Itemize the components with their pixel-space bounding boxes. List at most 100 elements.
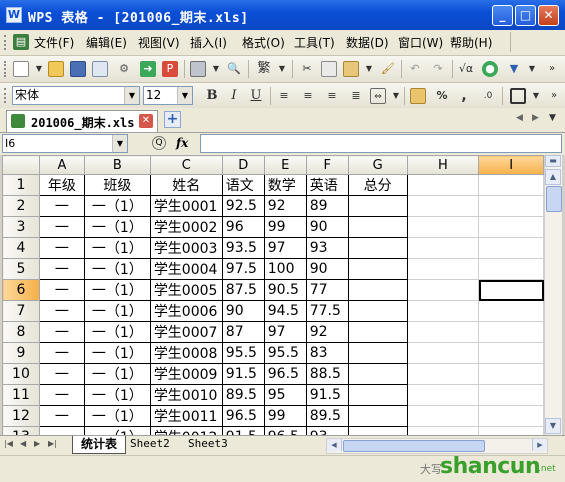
row-header[interactable]: 10 (2, 363, 40, 385)
save-icon[interactable] (70, 61, 86, 77)
cell[interactable] (478, 321, 544, 343)
menu-view[interactable]: 视图(V) (138, 34, 180, 51)
table-cell[interactable]: 83 (305, 342, 349, 364)
filter-dropdown-icon[interactable]: ▼ (524, 61, 540, 77)
increase-decimal-icon[interactable]: .0 (480, 88, 496, 104)
column-header-b[interactable]: B (83, 155, 151, 175)
simplified-traditional-icon[interactable]: 繁 (256, 61, 272, 77)
table-cell[interactable]: 89.5 (305, 405, 349, 427)
menu-window[interactable]: 窗口(W) (398, 34, 443, 51)
table-cell[interactable]: 学生0010 (149, 384, 223, 406)
cell[interactable] (406, 321, 480, 343)
prev-sheet-icon[interactable]: ◀ (20, 439, 26, 448)
table-cell[interactable]: 一 (38, 342, 85, 364)
table-cell[interactable]: 99 (263, 216, 307, 238)
column-header-c[interactable]: C (149, 155, 223, 175)
maximize-button[interactable]: □ (515, 5, 536, 26)
cell[interactable] (478, 405, 544, 427)
bold-button[interactable]: B (204, 88, 220, 104)
font-name-select[interactable]: 宋体 ▼ (12, 86, 140, 105)
table-cell[interactable]: 一（1） (83, 426, 151, 435)
table-cell[interactable]: 一（1） (83, 237, 151, 259)
table-cell[interactable]: 97 (263, 237, 307, 259)
table-cell[interactable]: 90 (305, 258, 349, 280)
table-cell[interactable]: 92 (305, 321, 349, 343)
table-cell[interactable]: 一 (38, 405, 85, 427)
table-cell[interactable]: 96.5 (221, 405, 265, 427)
row-header[interactable]: 12 (2, 405, 40, 427)
table-cell[interactable]: 95.5 (263, 342, 307, 364)
table-cell[interactable]: 学生0004 (149, 258, 223, 280)
export-icon[interactable]: ➜ (140, 61, 156, 77)
table-cell[interactable]: 一 (38, 279, 85, 301)
menu-insert[interactable]: 插入(I) (190, 34, 227, 51)
sheet-tab[interactable]: Sheet2 (130, 437, 170, 450)
font-size-dropdown-icon[interactable]: ▼ (177, 87, 192, 104)
cell[interactable] (406, 384, 480, 406)
table-cell[interactable]: 一（1） (83, 384, 151, 406)
table-cell[interactable]: 91.5 (221, 363, 265, 385)
insert-function-fx-icon[interactable]: fx (176, 136, 188, 150)
minimize-button[interactable]: _ (492, 5, 513, 26)
table-cell[interactable]: 88.5 (305, 363, 349, 385)
cell[interactable] (478, 237, 544, 259)
cell[interactable] (406, 426, 480, 435)
column-header-h[interactable]: H (406, 155, 480, 175)
table-cell[interactable]: 一 (38, 363, 85, 385)
table-cell[interactable]: 一 (38, 258, 85, 280)
header-cell-total[interactable]: 总分 (347, 174, 408, 196)
table-cell[interactable]: 学生0012 (149, 426, 223, 435)
active-cell[interactable] (478, 279, 544, 301)
horizontal-scrollbar[interactable]: ◀ ▶ (326, 438, 548, 454)
table-cell[interactable]: 一（1） (83, 405, 151, 427)
zoom-lens-icon[interactable]: Q (152, 136, 166, 150)
align-center-icon[interactable]: ≡ (300, 88, 316, 104)
row-header[interactable]: 3 (2, 216, 40, 238)
format-painter-icon[interactable]: 🖌 (380, 61, 396, 77)
menubar-grip[interactable] (4, 35, 10, 50)
scroll-thumb[interactable] (546, 186, 562, 212)
table-cell[interactable]: 77.5 (305, 300, 349, 322)
align-left-icon[interactable]: ≡ (276, 88, 292, 104)
redo-icon[interactable]: ↷ (430, 61, 446, 77)
column-header-i[interactable]: I (478, 155, 544, 175)
row-header[interactable]: 6 (2, 279, 40, 301)
table-cell[interactable] (347, 195, 408, 217)
merge-cells-icon[interactable]: ⇔ (370, 88, 386, 104)
font-name-dropdown-icon[interactable]: ▼ (124, 87, 139, 104)
print-preview-icon[interactable]: 🔍 (226, 61, 242, 77)
table-cell[interactable]: 一（1） (83, 321, 151, 343)
table-cell[interactable]: 93 (305, 426, 349, 435)
table-cell[interactable]: 89.5 (221, 384, 265, 406)
open-folder-icon[interactable] (48, 61, 64, 77)
autofilter-icon[interactable]: ▼ (506, 61, 522, 77)
undo-icon[interactable]: ↶ (407, 61, 423, 77)
menu-format[interactable]: 格式(O) (242, 34, 285, 51)
table-cell[interactable]: 91.5 (221, 426, 265, 435)
wps-menu-icon[interactable]: ▤ (13, 34, 29, 50)
menu-tools[interactable]: 工具(T) (294, 34, 335, 51)
percent-button[interactable]: % (434, 88, 450, 104)
cell[interactable] (478, 342, 544, 364)
next-sheet-icon[interactable]: ▶ (34, 439, 40, 448)
save-as-icon[interactable] (92, 61, 108, 77)
table-cell[interactable]: 100 (263, 258, 307, 280)
vertical-scrollbar[interactable]: ▬ ▲ ▼ (544, 155, 562, 435)
header-cell-grade[interactable]: 年级 (38, 174, 85, 196)
align-right-icon[interactable]: ≡ (324, 88, 340, 104)
toolbar-grip[interactable] (4, 61, 10, 77)
new-tab-icon[interactable]: + (164, 111, 181, 128)
table-cell[interactable]: 一 (38, 384, 85, 406)
cell[interactable] (406, 174, 480, 196)
cell[interactable] (406, 279, 480, 301)
scroll-right-icon[interactable]: ▶ (532, 439, 547, 451)
convert-dropdown-icon[interactable]: ▼ (274, 61, 290, 77)
table-cell[interactable]: 学生0001 (149, 195, 223, 217)
cell[interactable] (406, 195, 480, 217)
borders-dropdown-icon[interactable]: ▼ (528, 88, 544, 104)
row-header[interactable]: 11 (2, 384, 40, 406)
menu-file[interactable]: 文件(F) (34, 34, 74, 51)
row-header[interactable]: 2 (2, 195, 40, 217)
column-header-g[interactable]: G (347, 155, 408, 175)
merge-dropdown-icon[interactable]: ▼ (388, 88, 404, 104)
